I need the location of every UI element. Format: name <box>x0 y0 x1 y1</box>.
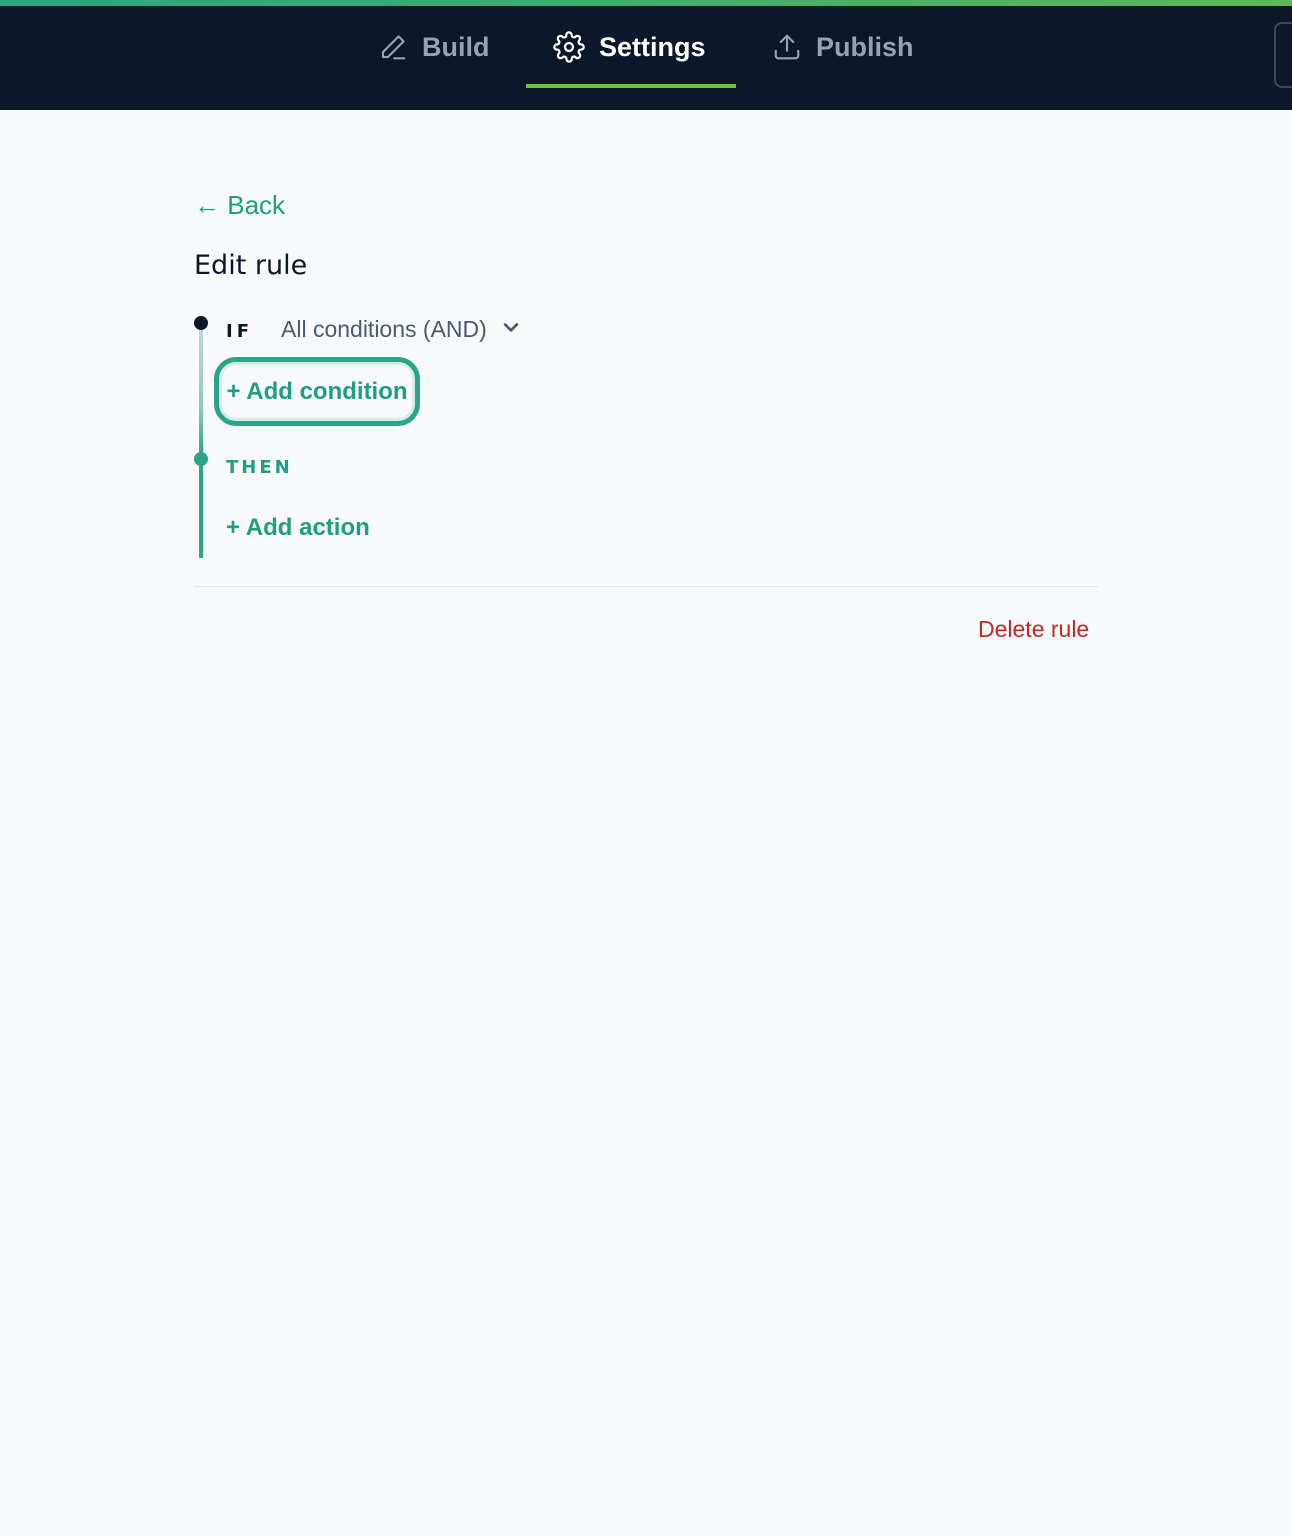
tab-build-label: Build <box>422 31 490 62</box>
delete-rule-button[interactable]: Delete rule <box>978 616 1089 643</box>
active-tab-indicator <box>526 84 736 88</box>
if-step-dot <box>194 316 208 330</box>
upload-icon <box>772 32 802 62</box>
rule-timeline-line <box>199 326 203 558</box>
condition-match-select[interactable]: All conditions (AND) <box>281 316 521 343</box>
tab-publish[interactable]: Publish <box>772 6 914 88</box>
header-action-button[interactable] <box>1274 22 1292 88</box>
add-condition-button[interactable]: + Add condition <box>214 357 420 426</box>
if-label: IF <box>226 321 253 342</box>
then-label: THEN <box>226 457 293 478</box>
pencil-icon <box>378 32 408 62</box>
tab-build[interactable]: Build <box>378 6 490 88</box>
add-action-button[interactable]: + Add action <box>226 514 370 542</box>
condition-match-value: All conditions (AND) <box>281 316 487 342</box>
tab-settings-label: Settings <box>599 31 706 62</box>
tab-publish-label: Publish <box>816 31 914 62</box>
section-divider <box>194 586 1098 587</box>
top-nav-bar: Build Settings Publish <box>0 0 1292 110</box>
chevron-down-icon <box>501 316 521 343</box>
gear-icon <box>553 31 585 63</box>
page-title: Edit rule <box>194 250 308 281</box>
tab-settings[interactable]: Settings <box>526 6 736 88</box>
back-link[interactable]: ← Back <box>194 190 285 221</box>
then-step-dot <box>194 452 208 466</box>
